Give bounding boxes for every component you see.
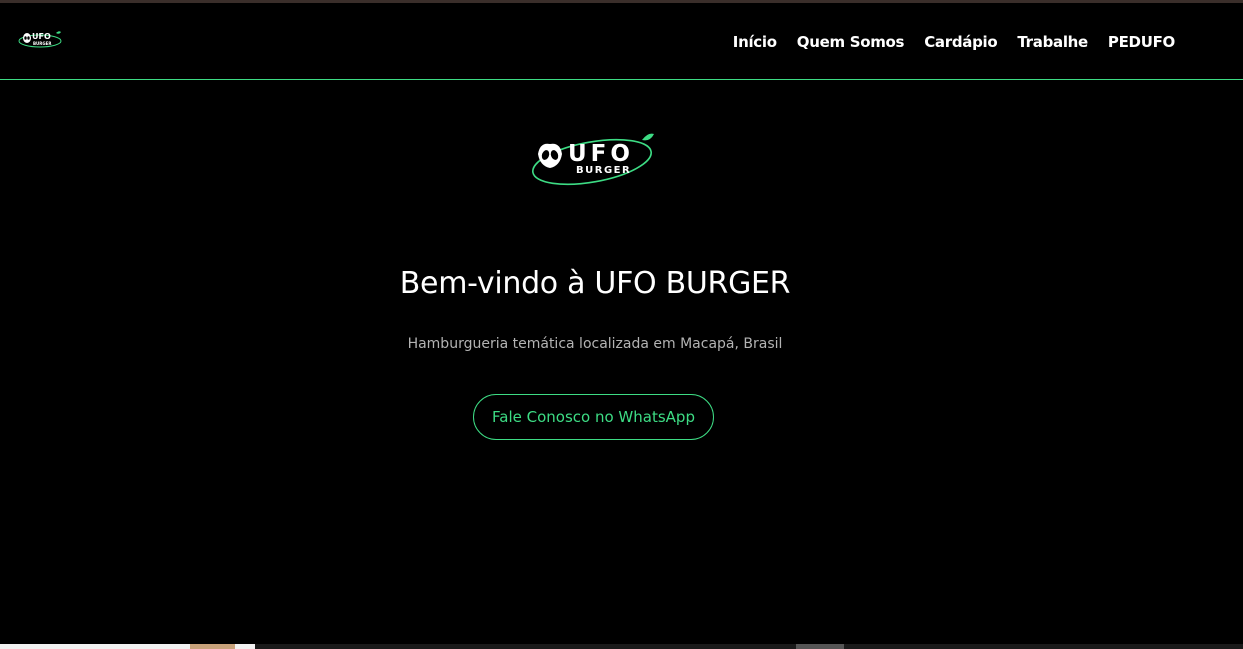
hero-logo: UFO BURGER — [532, 133, 654, 186]
hero-title: Bem-vindo à UFO BURGER — [399, 266, 791, 301]
hero-subtitle: Hamburgueria temática localizada em Maca… — [407, 336, 783, 352]
nav-link-quem-somos[interactable]: Quem Somos — [797, 33, 905, 51]
nav-logo[interactable]: UFO BURGER — [18, 28, 64, 50]
nav-logo-line2: BURGER — [33, 41, 51, 46]
nav-link-pedufo[interactable]: PEDUFO — [1108, 33, 1175, 51]
nav-link-inicio[interactable]: Início — [733, 33, 777, 51]
main-nav: Início Quem Somos Cardápio Trabalhe PEDU… — [733, 33, 1176, 51]
food-image-edge — [190, 644, 235, 649]
whatsapp-contact-button[interactable]: Fale Conosco no WhatsApp — [473, 394, 714, 440]
nav-logo-line1: UFO — [32, 32, 51, 41]
hero-logo-line2: BURGER — [576, 165, 631, 176]
nav-link-trabalhe[interactable]: Trabalhe — [1017, 33, 1088, 51]
site-header: UFO BURGER Início Quem Somos Cardápio Tr… — [0, 3, 1243, 80]
hero-logo-line1: UFO — [568, 141, 634, 167]
horizontal-scrollbar-thumb[interactable] — [796, 644, 844, 649]
nav-link-cardapio[interactable]: Cardápio — [924, 33, 997, 51]
